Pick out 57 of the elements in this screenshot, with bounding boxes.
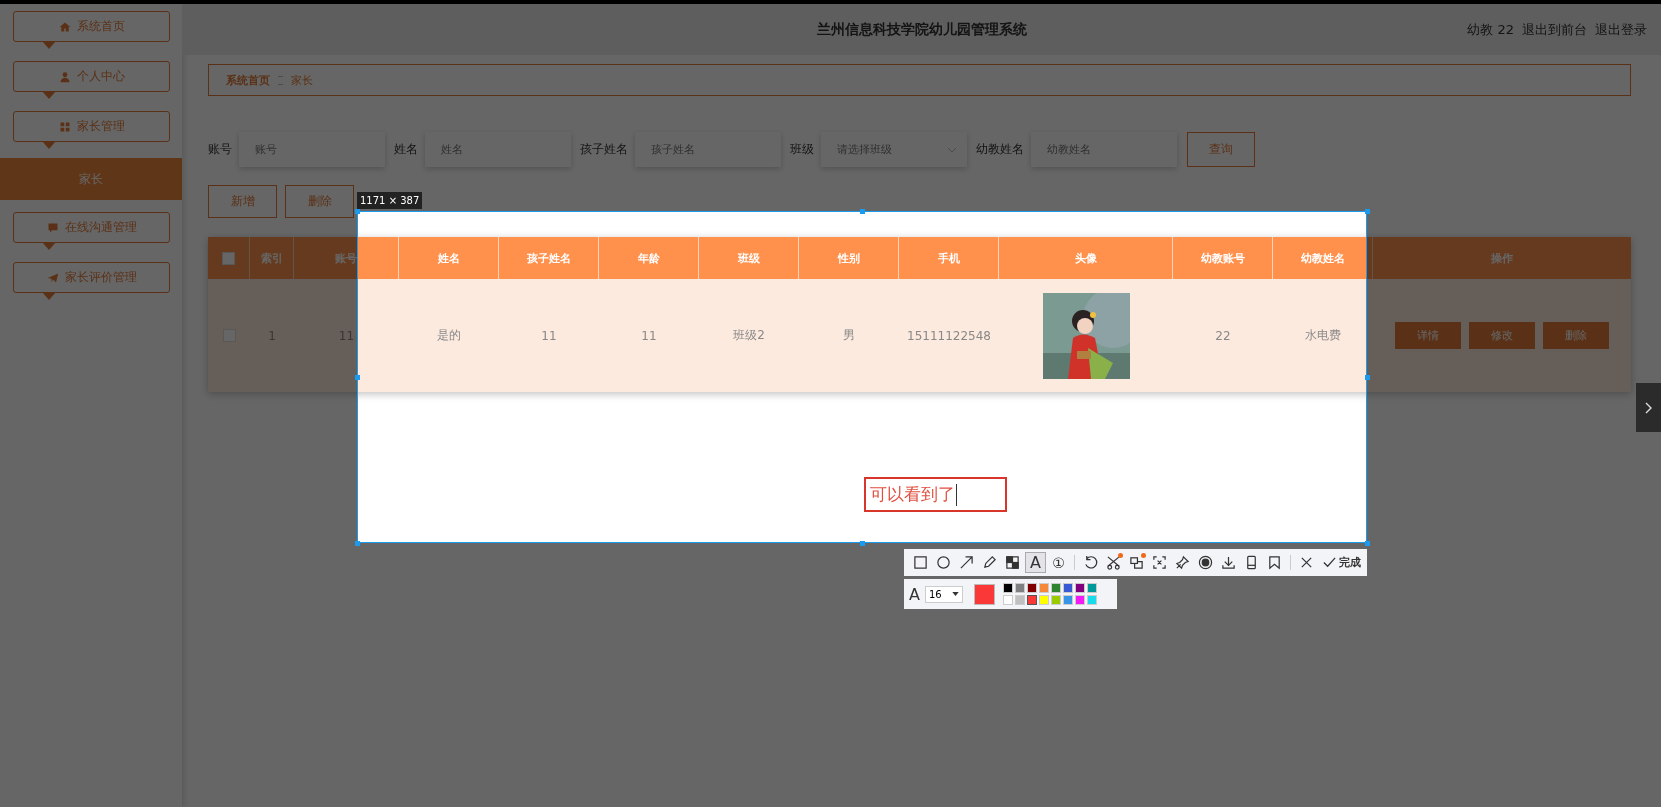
- circle-icon: [936, 555, 951, 570]
- column-header: 操作: [1490, 250, 1514, 267]
- chevron-right-icon: [1644, 401, 1653, 414]
- user-name: 幼教 22: [1467, 20, 1514, 39]
- caret-icon: [951, 592, 959, 596]
- table-cell: 11: [641, 328, 657, 343]
- table-cell: 男: [843, 327, 855, 344]
- pin-icon: [1175, 555, 1190, 570]
- table-cell: 水电费: [1305, 327, 1341, 344]
- checker-icon: [1005, 555, 1020, 570]
- resize-handle[interactable]: [355, 375, 360, 380]
- site-title: 兰州信息科技学院幼儿园管理系统: [816, 20, 1027, 39]
- text-cursor-icon: [956, 483, 957, 506]
- number-tool-button[interactable]: ①: [1048, 552, 1069, 573]
- undo-icon: [1083, 555, 1098, 570]
- field-label: 账号: [208, 141, 232, 158]
- header-link[interactable]: 退出登录: [1595, 20, 1647, 39]
- breadcrumb-item[interactable]: 系统首页: [226, 72, 270, 88]
- resize-handle[interactable]: [355, 541, 360, 546]
- resize-handle[interactable]: [1365, 541, 1370, 546]
- arrow-icon: [959, 555, 974, 570]
- current-color-swatch[interactable]: [973, 583, 995, 605]
- table-cell: 22: [1215, 328, 1231, 343]
- bookmark-icon: [1267, 555, 1282, 570]
- font-icon: A: [909, 584, 920, 604]
- phone-icon: [1244, 555, 1259, 570]
- field-label: 班级: [790, 141, 814, 158]
- check-icon: [1322, 555, 1337, 570]
- field-label: 孩子姓名: [580, 141, 628, 158]
- crop-frame-icon: [1152, 555, 1167, 570]
- font-size-select[interactable]: 16: [924, 585, 963, 603]
- side-panel-toggle[interactable]: [1636, 383, 1661, 432]
- selection-size-label: 1171 × 387: [357, 192, 423, 209]
- resize-handle[interactable]: [1365, 209, 1370, 214]
- capture-selection-frame[interactable]: [357, 211, 1367, 543]
- download-icon: [1221, 555, 1236, 570]
- resize-handle[interactable]: [860, 541, 865, 546]
- table-cell: 班级2: [733, 327, 765, 344]
- color-swatch[interactable]: [1026, 595, 1037, 605]
- header-link[interactable]: 退出到前台: [1522, 20, 1587, 39]
- rectangle-icon: [913, 555, 928, 570]
- breadcrumb-item: 家长: [291, 72, 313, 88]
- table-cell: 11: [541, 328, 557, 343]
- text-tool-button[interactable]: A: [1025, 552, 1046, 573]
- scissors-icon: [1106, 555, 1121, 570]
- field-label: 幼教姓名: [976, 141, 1024, 158]
- text-annotation[interactable]: 可以看到了: [864, 477, 1007, 512]
- resize-handle[interactable]: [1365, 375, 1370, 380]
- done-button[interactable]: 完成: [1319, 552, 1364, 573]
- resize-handle[interactable]: [355, 209, 360, 214]
- close-icon: [1299, 555, 1314, 570]
- table-cell: 15111122548: [907, 328, 991, 343]
- pencil-icon: [982, 555, 997, 570]
- record-icon: [1198, 555, 1213, 570]
- table-cell: 是的: [437, 327, 461, 344]
- field-label: 姓名: [394, 141, 418, 158]
- resize-handle[interactable]: [860, 209, 865, 214]
